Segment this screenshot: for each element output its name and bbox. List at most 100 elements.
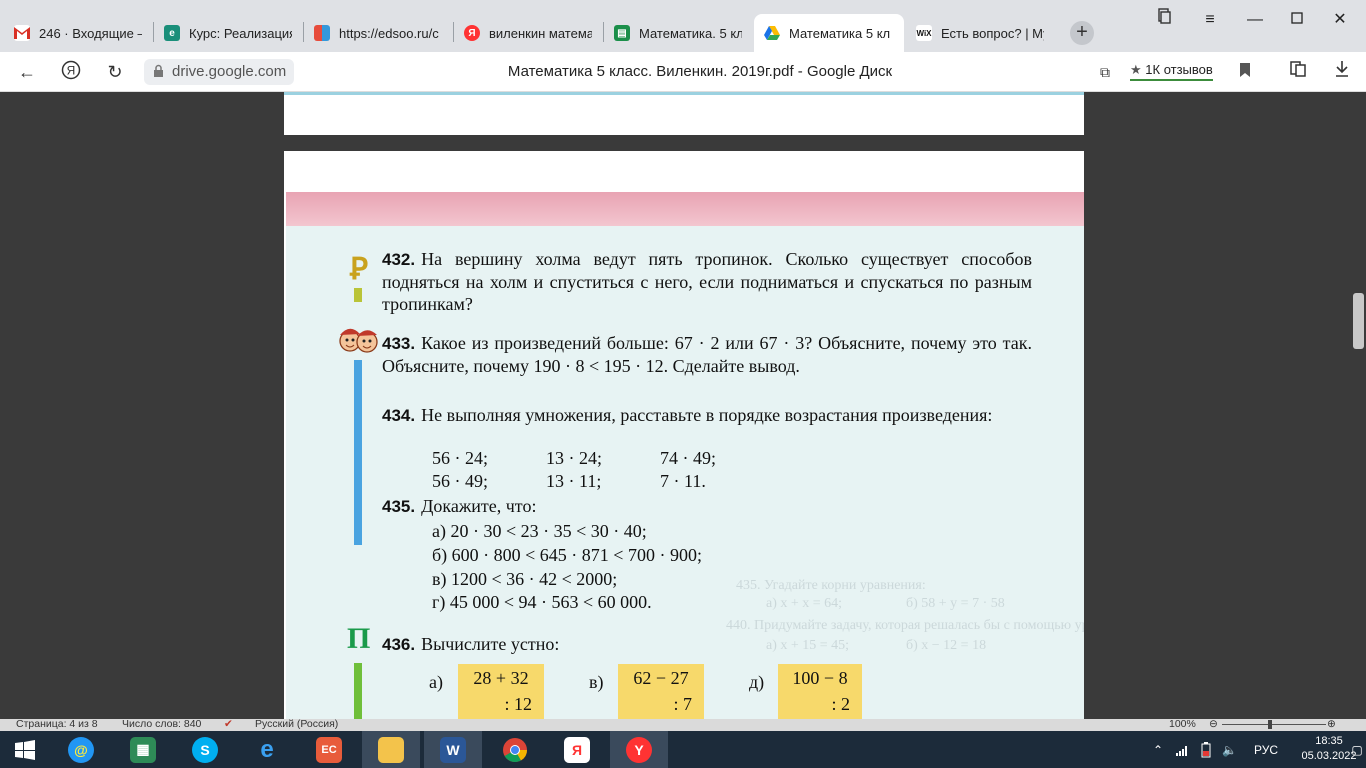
product-item: 56 · 24; [432,448,488,468]
problem-434: 434. Не выполняя умножения, расставьте в … [382,405,993,425]
taskbar-ie[interactable]: e [238,731,296,768]
tabs-icon[interactable]: ⧉ [1093,60,1117,84]
zoom-in-button[interactable]: ⊕ [1327,718,1336,730]
yandex-browser-icon: Я [564,736,590,763]
chain-calc-a: 28 + 32 : 12 [458,664,544,719]
windows-icon [15,739,35,760]
problem-436: 436. Вычислите устно: [382,634,560,654]
tab-math-book[interactable]: ▤ Математика. 5 кл [604,14,752,52]
word-status-bar: Страница: 4 из 8 Число слов: 840 ✔ Русск… [0,718,1366,731]
mail-icon: @ [68,736,94,763]
taskbar-yandex[interactable]: Я [548,731,606,768]
notifications-icon[interactable]: ▢ [1348,731,1366,768]
reading-list-icon[interactable] [1286,60,1310,84]
collections-icon[interactable] [1152,8,1176,32]
folder-icon [378,736,404,763]
product-item: 74 · 49; [660,448,716,468]
taskbar-store[interactable]: ▦ [114,731,172,768]
inequality-item: а) 20 · 30 < 23 · 35 < 30 · 40; [432,521,647,541]
store-icon: ▦ [130,736,156,763]
product-item: 7 · 11. [660,471,706,491]
reload-icon[interactable]: ↻ [103,60,127,84]
network-icon[interactable] [1176,731,1190,768]
taskbar-presentation[interactable]: EC [300,731,358,768]
taskbar: @ ▦ S e EC W Я Y ⌃ 🔈 РУС 18:35 05.03.202… [0,731,1366,768]
tab-strip: 246 · Входящие — e Курс: Реализация http… [0,0,1366,52]
zoom-slider[interactable] [1222,724,1326,725]
wix-icon: WiX [916,25,932,41]
show-hidden-icons[interactable]: ⌃ [1153,731,1163,768]
chrome-icon [503,737,527,762]
skype-icon: S [192,736,218,763]
google-drive-icon [764,25,780,41]
tab-gmail[interactable]: 246 · Входящие — [4,14,152,52]
page-counter[interactable]: Страница: 4 из 8 [16,718,98,730]
lock-icon [154,64,163,77]
inequality-item: в) 1200 < 36 · 42 < 2000; [432,569,618,589]
menu-icon[interactable]: ≡ [1198,8,1222,32]
pdf-page: 435. Угадайте корни уравнения: а) x + x … [284,151,1084,719]
reviews-link[interactable]: ★ 1К отзывов [1130,62,1213,81]
problem-432: 432. На вершину холма ведут пять тропинок… [382,249,1032,314]
back-arrow-icon[interactable]: ← [15,60,39,84]
gmail-icon [14,25,30,41]
bookmark-icon[interactable] [1233,60,1257,84]
volume-icon[interactable]: 🔈 [1222,731,1237,768]
yandex-home-icon[interactable]: Я [59,60,83,84]
book-icon: ▤ [614,25,630,41]
inequality-item: б) 600 · 800 < 645 · 871 < 700 · 900; [432,545,702,565]
book-scan: 435. Угадайте корни уравнения: а) x + x … [286,192,1084,719]
bleed-through-text: 435. Угадайте корни уравнения: [736,578,926,593]
oral-task-icon: Π [347,622,371,655]
spellcheck-icon[interactable]: ✔ [224,718,233,730]
battery-icon[interactable] [1200,731,1212,768]
tab-google-drive-active[interactable]: Математика 5 кл [754,14,904,52]
problem-433: 433. Какое из произведений больше: 67 · 2… [382,333,1032,376]
address-field[interactable]: drive.google.com [144,59,295,85]
tab-yandex-search[interactable]: Я виленкин матема [454,14,602,52]
navigation-bar: ← Я ↻ drive.google.com Математика 5 клас… [0,52,1366,92]
zoom-slider-thumb[interactable] [1268,720,1272,729]
chain-calc-v: 62 − 27 : 7 [618,664,704,719]
new-tab-button[interactable]: + [1070,21,1094,45]
yandex-browser-icon: Y [626,736,652,763]
edsoo-icon [314,25,330,41]
tab-edsoo[interactable]: https://edsoo.ru/c [304,14,452,52]
taskbar-chrome[interactable] [486,731,544,768]
bleed-through-text: а) x + x = 64; [766,596,843,611]
pdf-viewer[interactable]: 435. Угадайте корни уравнения: а) x + x … [0,92,1366,719]
course-icon: e [164,25,180,41]
close-button[interactable]: ✕ [1328,8,1352,32]
language-indicator[interactable]: Русский (Россия) [255,718,338,730]
bleed-through-text: б) 58 + y = 7 · 58 [906,596,1005,611]
star-icon: ★ [1130,62,1142,77]
chain-calc-d: 100 − 8 : 2 [778,664,862,719]
product-item: 13 · 24; [546,448,602,468]
word-count[interactable]: Число слов: 840 [122,718,201,730]
start-button[interactable] [0,731,50,768]
tab-wix[interactable]: WiX Есть вопрос? | Му [906,14,1054,52]
maximize-button[interactable] [1285,8,1309,32]
minimize-button[interactable]: — [1243,8,1267,32]
task-level-icon: Ꝑ [350,253,369,286]
product-item: 13 · 11; [546,471,602,491]
input-language[interactable]: РУС [1254,731,1278,768]
tab-course[interactable]: e Курс: Реализация [154,14,302,52]
bleed-through-text: 440. Придумайте задачу, которая решалась… [726,618,1084,633]
presentation-icon: EC [316,736,342,763]
svg-text:Я: Я [67,64,76,78]
zoom-level[interactable]: 100% [1169,718,1196,730]
product-item: 56 · 49; [432,471,488,491]
taskbar-word[interactable]: W [424,731,482,768]
taskbar-skype[interactable]: S [176,731,234,768]
taskbar-mail[interactable]: @ [52,731,110,768]
taskbar-yandex-browser[interactable]: Y [610,731,668,768]
internet-explorer-icon: e [260,735,274,763]
scrollbar-thumb[interactable] [1353,293,1364,349]
taskbar-explorer[interactable] [362,731,420,768]
zoom-out-button[interactable]: ⊖ [1209,718,1218,730]
page-title: Математика 5 класс. Виленкин. 2019г.pdf … [507,63,893,80]
download-icon[interactable] [1330,60,1354,84]
word-icon: W [440,736,466,763]
problem-435: 435. Докажите, что: [382,496,537,516]
